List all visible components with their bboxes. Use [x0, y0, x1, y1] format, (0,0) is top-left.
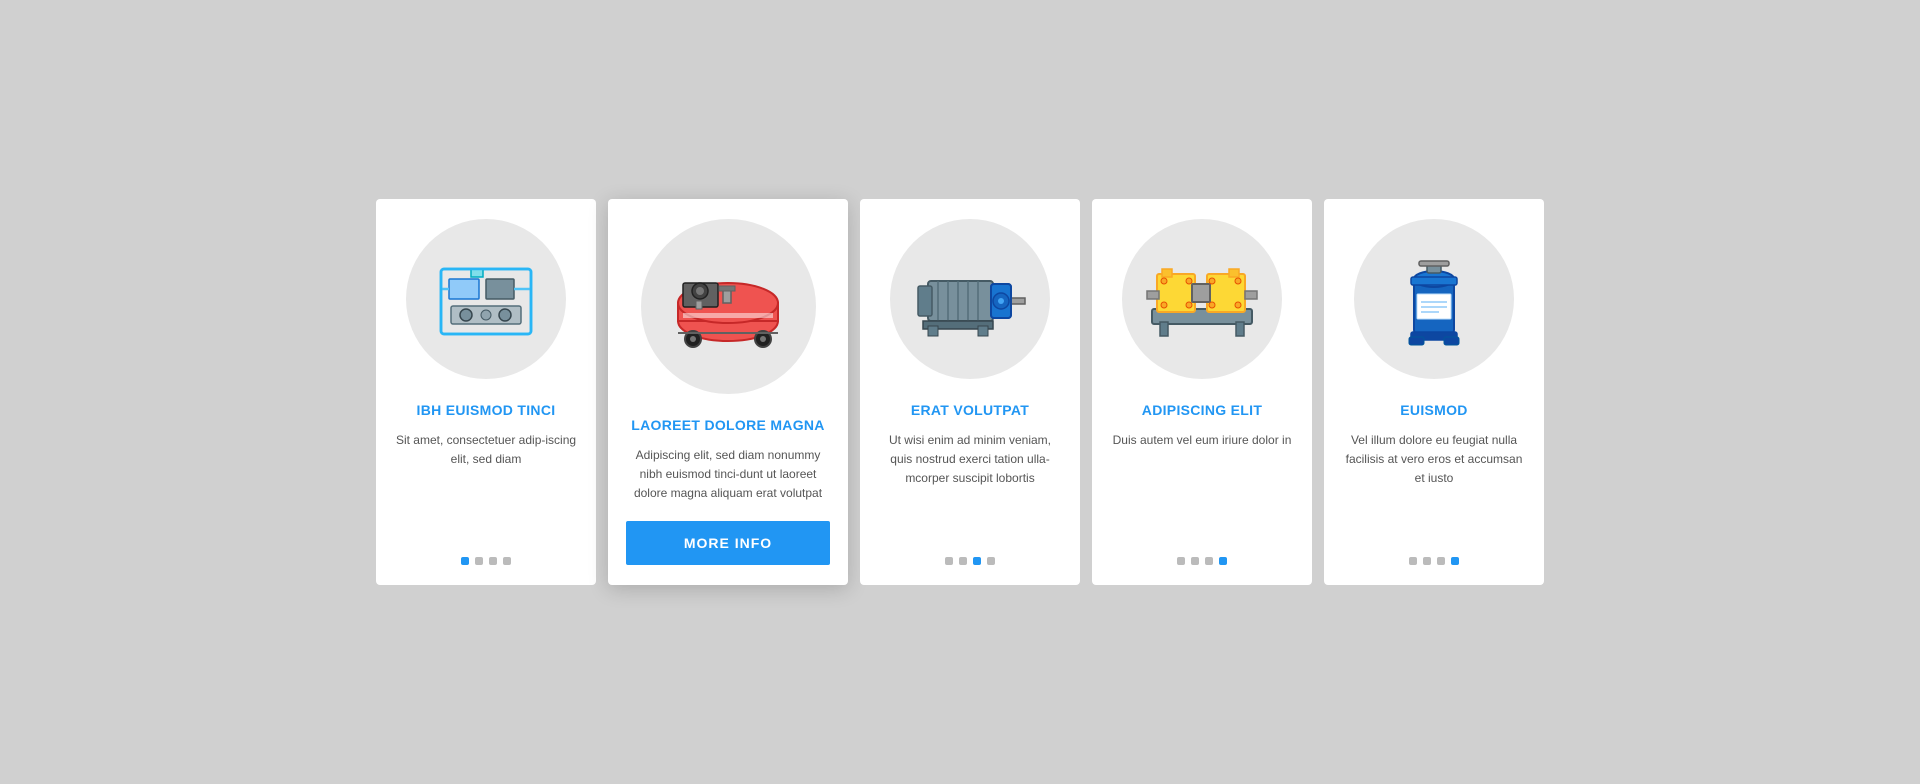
card-4: ADIPISCING ELIT Duis autem vel eum iriur… [1092, 199, 1312, 586]
air-compressor-icon [663, 261, 793, 351]
card-2-desc: Adipiscing elit, sed diam nonummy nibh e… [626, 446, 830, 504]
card-5-title: EUISMOD [1400, 401, 1467, 419]
card-5-dots [1409, 557, 1459, 565]
card-5-desc: Vel illum dolore eu feugiat nulla facili… [1342, 431, 1526, 538]
card-5-image [1354, 219, 1514, 379]
card-4-title: ADIPISCING ELIT [1142, 401, 1262, 419]
gas-cylinder-icon [1389, 249, 1479, 349]
card-1-dots [461, 557, 511, 565]
dot-2 [1191, 557, 1199, 565]
dot-1 [945, 557, 953, 565]
generator-icon [431, 254, 541, 344]
cards-container: IBH EUISMOD TINCI Sit amet, consectetuer… [376, 199, 1544, 586]
dot-3 [489, 557, 497, 565]
dot-1 [1409, 557, 1417, 565]
dot-2 [475, 557, 483, 565]
dot-2 [1423, 557, 1431, 565]
card-4-desc: Duis autem vel eum iriure dolor in [1113, 431, 1292, 538]
card-3-image [890, 219, 1050, 379]
card-1-title: IBH EUISMOD TINCI [417, 401, 556, 419]
dot-3 [1205, 557, 1213, 565]
card-4-image [1122, 219, 1282, 379]
card-2-image [641, 219, 816, 394]
dot-3 [973, 557, 981, 565]
card-2-title: LAOREET DOLORE MAGNA [631, 416, 824, 434]
dot-4 [1219, 557, 1227, 565]
dot-4 [503, 557, 511, 565]
dot-4 [1451, 557, 1459, 565]
card-3: ERAT VOLUTPAT Ut wisi enim ad minim veni… [860, 199, 1080, 586]
card-3-desc: Ut wisi enim ad minim veniam, quis nostr… [878, 431, 1062, 538]
more-info-button[interactable]: MORE INFO [626, 521, 830, 565]
dot-4 [987, 557, 995, 565]
card-1-image [406, 219, 566, 379]
industrial-compressor-icon [1142, 254, 1262, 344]
card-3-dots [945, 557, 995, 565]
card-4-dots [1177, 557, 1227, 565]
electric-motor-icon [913, 256, 1028, 341]
card-5: EUISMOD Vel illum dolore eu feugiat null… [1324, 199, 1544, 586]
card-1-desc: Sit amet, consectetuer adip-iscing elit,… [394, 431, 578, 538]
dot-1 [461, 557, 469, 565]
card-1: IBH EUISMOD TINCI Sit amet, consectetuer… [376, 199, 596, 586]
dot-1 [1177, 557, 1185, 565]
dot-2 [959, 557, 967, 565]
card-3-title: ERAT VOLUTPAT [911, 401, 1029, 419]
card-2: LAOREET DOLORE MAGNA Adipiscing elit, se… [608, 199, 848, 586]
dot-3 [1437, 557, 1445, 565]
